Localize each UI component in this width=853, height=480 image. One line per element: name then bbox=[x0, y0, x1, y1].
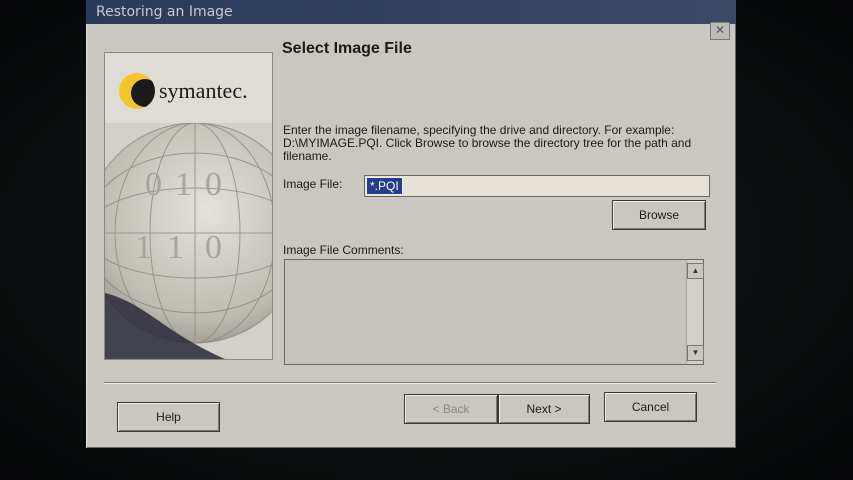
scroll-up-icon[interactable]: ▲ bbox=[687, 263, 704, 279]
image-file-label: Image File: bbox=[283, 177, 343, 191]
side-panel-graphic: symantec. 0 1 0 1 1 0 bbox=[104, 52, 273, 360]
cancel-button[interactable]: Cancel bbox=[604, 392, 697, 422]
scroll-down-icon[interactable]: ▼ bbox=[687, 345, 704, 361]
close-icon[interactable]: ✕ bbox=[710, 22, 730, 40]
art-digit: 0 bbox=[145, 166, 162, 203]
restore-image-dialog: Restoring an Image ✕ symantec. 0 1 0 1 1… bbox=[86, 0, 736, 448]
footer-divider bbox=[104, 382, 716, 384]
art-digit: 1 bbox=[175, 166, 192, 203]
art-digit: 0 bbox=[205, 166, 222, 203]
page-title: Select Image File bbox=[282, 40, 412, 57]
symantec-logo-icon bbox=[119, 73, 155, 109]
window-title: Restoring an Image bbox=[96, 4, 233, 20]
symantec-logo: symantec. bbox=[119, 71, 248, 111]
art-digit: 1 bbox=[135, 229, 152, 266]
image-file-input[interactable]: *.PQI bbox=[364, 175, 710, 197]
next-button[interactable]: Next > bbox=[498, 394, 590, 424]
image-file-value: *.PQI bbox=[366, 177, 403, 195]
title-bar: Restoring an Image bbox=[86, 0, 736, 24]
art-digit: 0 bbox=[205, 229, 222, 266]
back-button[interactable]: < Back bbox=[404, 394, 498, 424]
comments-scrollbar[interactable]: ▲ ▼ bbox=[686, 260, 704, 364]
art-digit: 1 bbox=[167, 229, 184, 266]
help-button[interactable]: Help bbox=[117, 402, 220, 432]
globe-illustration: 0 1 0 1 1 0 bbox=[105, 123, 272, 359]
comments-textarea[interactable]: ▲ ▼ bbox=[284, 259, 704, 365]
logo-text: symantec. bbox=[159, 78, 248, 103]
instructions-text: Enter the image filename, specifying the… bbox=[283, 123, 692, 163]
browse-button[interactable]: Browse bbox=[612, 200, 706, 230]
comments-label: Image File Comments: bbox=[283, 243, 404, 257]
